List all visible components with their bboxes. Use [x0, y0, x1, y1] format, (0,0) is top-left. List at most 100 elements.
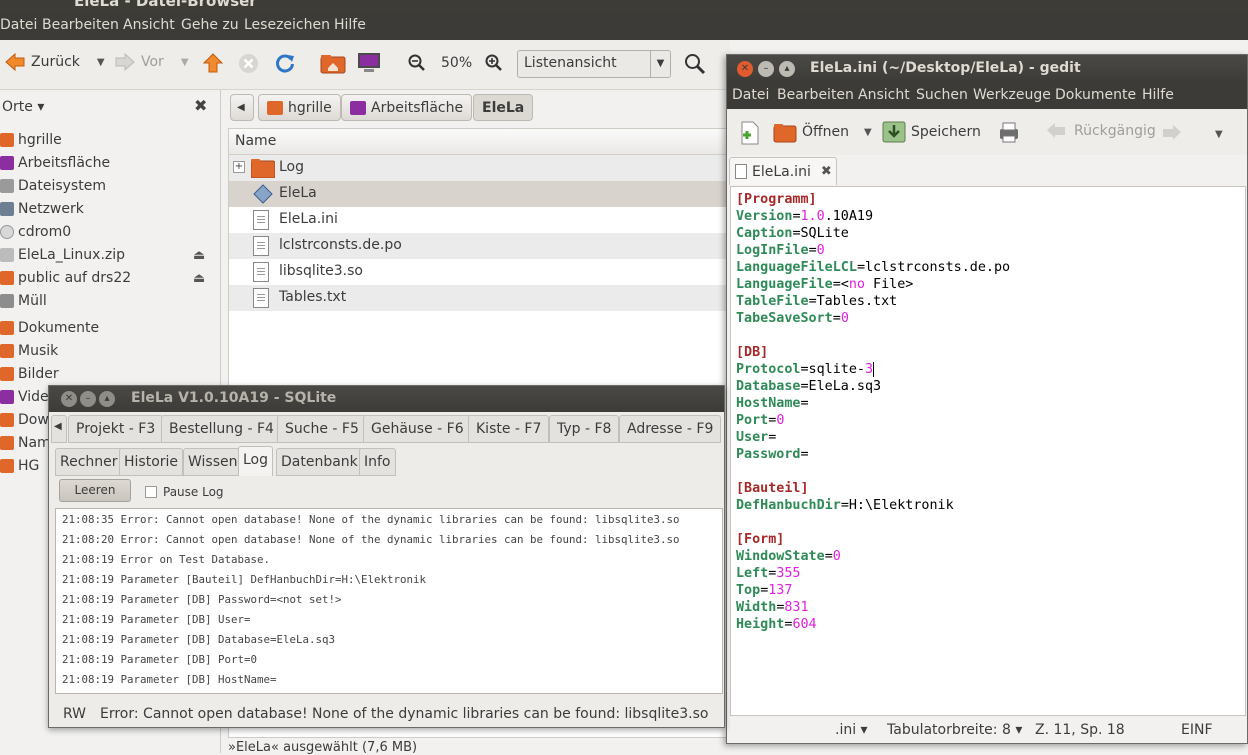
pause-log-checkbox[interactable]: Pause Log: [145, 485, 224, 499]
checkbox-box[interactable]: [145, 486, 157, 498]
tab-typ[interactable]: Typ - F8: [549, 415, 620, 443]
tab-datenbank[interactable]: Datenbank: [276, 448, 363, 476]
log-view[interactable]: 21:08:35 Error: Cannot open database! No…: [55, 508, 723, 694]
text-editor[interactable]: [Programm] Version=1.0.10A19 Caption=SQLit…: [730, 186, 1246, 716]
reload-icon[interactable]: [274, 52, 296, 74]
redo-icon[interactable]: [1159, 123, 1183, 143]
breadcrumb: ◀ hgrille Arbeitsfläche EleLa: [228, 94, 728, 124]
sidebar-item-elela-linux-zip[interactable]: EleLa_Linux.zip: [0, 244, 221, 266]
eject-icon[interactable]: ⏏: [193, 271, 205, 286]
minimize-icon[interactable]: –: [758, 61, 774, 77]
sidebar-header[interactable]: Orte ▾: [2, 99, 44, 115]
menu-datei[interactable]: Datei: [0, 17, 37, 33]
tab-projekt[interactable]: Projekt - F3: [68, 415, 164, 443]
folder-icon: [251, 158, 275, 178]
menu-hilfe[interactable]: Hilfe: [334, 17, 366, 33]
tab-historie[interactable]: Historie: [119, 448, 184, 476]
breadcrumb-elela[interactable]: EleLa: [473, 94, 534, 121]
menu-ansicht[interactable]: Ansicht: [858, 87, 910, 103]
sidebar-item-hgrille[interactable]: hgrille: [0, 129, 221, 151]
tab-scroll-left[interactable]: ◀: [51, 415, 67, 443]
language-select[interactable]: .ini ▾: [835, 722, 868, 738]
tab-info[interactable]: Info: [359, 448, 396, 476]
tab-adresse[interactable]: Adresse - F9: [619, 415, 722, 443]
file-browser-titlebar[interactable]: EleLa - Datei-Browser: [0, 0, 1248, 12]
home-folder-icon[interactable]: [320, 52, 346, 74]
view-mode-select[interactable]: Listenansicht ▼: [517, 50, 671, 78]
menu-bearbeiten[interactable]: Bearbeiten: [777, 87, 854, 103]
file-row-tables-txt[interactable]: Tables.txt: [229, 285, 729, 311]
back-button[interactable]: Zurück ▼: [4, 52, 105, 72]
tab-rechner[interactable]: Rechner: [55, 448, 123, 476]
open-button[interactable]: Öffnen ▼: [773, 121, 872, 143]
breadcrumb-arbeitsflaeche[interactable]: Arbeitsfläche: [341, 94, 473, 121]
clear-log-button[interactable]: Leeren: [59, 479, 131, 502]
menu-suchen[interactable]: Suchen: [916, 87, 968, 103]
close-icon[interactable]: ✕: [61, 391, 77, 407]
maximize-icon[interactable]: ▴: [779, 61, 795, 77]
close-icon[interactable]: ✕: [737, 61, 753, 77]
gedit-menubar: Datei Bearbeiten Ansicht Suchen Werkzeug…: [727, 83, 1247, 109]
tab-wissen[interactable]: Wissen: [183, 448, 243, 476]
eject-icon[interactable]: ⏏: [193, 248, 205, 263]
menu-lesezeichen[interactable]: Lesezeichen: [244, 17, 330, 33]
file-row-lclstrconsts[interactable]: lclstrconsts.de.po: [229, 233, 729, 259]
menu-ansicht[interactable]: Ansicht: [123, 17, 175, 33]
file-row-elela[interactable]: EleLa: [229, 181, 729, 207]
recent-files-dropdown-icon[interactable]: ▼: [864, 127, 872, 138]
expand-icon[interactable]: +: [233, 161, 245, 173]
elela-titlebar[interactable]: ✕ – ▴ EleLa V1.0.10A19 - SQLite: [49, 386, 724, 412]
tab-suche[interactable]: Suche - F5: [277, 415, 367, 443]
maximize-icon[interactable]: ▴: [99, 391, 115, 407]
menu-bearbeiten[interactable]: Bearbeiten: [42, 17, 119, 33]
sidebar-item-dateisystem[interactable]: Dateisystem: [0, 175, 221, 197]
new-document-icon[interactable]: [739, 121, 761, 145]
zoom-in-icon[interactable]: [485, 54, 503, 72]
sidebar-item-netzwerk[interactable]: Netzwerk: [0, 198, 221, 220]
forward-history-dropdown-icon[interactable]: ▼: [181, 57, 189, 68]
gedit-titlebar[interactable]: ✕ – ▴ EleLa.ini (~/Desktop/EleLa) - gedi…: [727, 55, 1247, 83]
menu-gehe-zu[interactable]: Gehe zu: [181, 17, 239, 33]
stop-icon[interactable]: [238, 53, 259, 74]
back-history-dropdown-icon[interactable]: ▼: [97, 57, 105, 68]
undo-button[interactable]: Rückgängig: [1045, 121, 1156, 141]
tab-width-select[interactable]: Tabulatorbreite: 8 ▾: [887, 722, 1022, 738]
minimize-icon[interactable]: –: [80, 391, 96, 407]
sidebar-item-musik[interactable]: Musik: [0, 340, 221, 362]
column-header-name[interactable]: Name: [229, 129, 727, 155]
close-tab-icon[interactable]: ✖: [821, 164, 832, 179]
sidebar-item-bilder[interactable]: Bilder: [0, 363, 221, 385]
toolbar-overflow-icon[interactable]: ▼: [1215, 129, 1223, 140]
save-button[interactable]: Speichern: [882, 121, 981, 143]
sidebar-item-arbeitsflaeche[interactable]: Arbeitsfläche: [0, 152, 221, 174]
tab-gehaeuse[interactable]: Gehäuse - F6: [363, 415, 472, 443]
menu-dokumente[interactable]: Dokumente: [1055, 87, 1136, 103]
tab-elela-ini[interactable]: EleLa.ini ✖: [729, 157, 837, 185]
tab-kiste[interactable]: Kiste - F7: [468, 415, 550, 443]
file-row-log[interactable]: + Log: [229, 155, 729, 181]
gedit-toolbar: Öffnen ▼ Speichern Rückgängig ▼: [727, 109, 1247, 155]
breadcrumb-scroll-left[interactable]: ◀: [230, 94, 254, 121]
sidebar-item-dokumente[interactable]: Dokumente: [0, 317, 221, 339]
close-icon[interactable]: ✖: [194, 96, 207, 115]
menu-datei[interactable]: Datei: [732, 87, 769, 103]
menu-hilfe[interactable]: Hilfe: [1142, 87, 1174, 103]
tab-log[interactable]: Log: [238, 446, 274, 476]
sidebar-item-public-auf-drs22[interactable]: public auf drs22: [0, 267, 221, 289]
search-icon[interactable]: [684, 53, 706, 75]
editor-line: LanguageFileLCL=lclstrconsts.de.po: [736, 260, 1011, 275]
computer-icon[interactable]: [357, 52, 381, 74]
sidebar-item-muell[interactable]: Müll: [0, 290, 221, 312]
file-row-elela-ini[interactable]: EleLa.ini: [229, 207, 729, 233]
forward-button[interactable]: Vor ▼: [114, 52, 189, 72]
sidebar-item-cdrom0[interactable]: cdrom0: [0, 221, 221, 243]
tab-bestellung[interactable]: Bestellung - F4: [161, 415, 282, 443]
pictures-folder-icon: [0, 367, 14, 381]
breadcrumb-hgrille[interactable]: hgrille: [258, 94, 341, 121]
zoom-out-icon[interactable]: [408, 54, 426, 72]
up-arrow-icon[interactable]: [202, 52, 224, 74]
print-icon[interactable]: [998, 121, 1020, 143]
file-row-libsqlite3[interactable]: libsqlite3.so: [229, 259, 729, 285]
menu-werkzeuge[interactable]: Werkzeuge: [973, 87, 1051, 103]
